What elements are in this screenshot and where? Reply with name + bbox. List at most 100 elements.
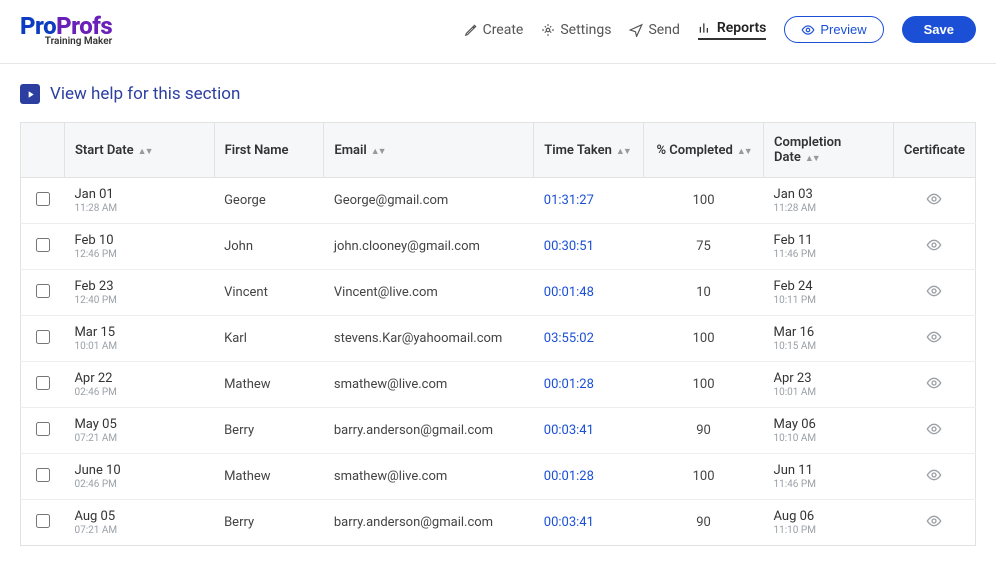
cell-certificate [893, 224, 975, 270]
completion-date: Aug 06 [774, 509, 815, 524]
time-taken-link[interactable]: 03:55:02 [544, 331, 594, 346]
table-row: Jan 0111:28 AMGeorgeGeorge@gmail.com01:3… [21, 178, 976, 224]
header-first-name[interactable]: First Name [214, 123, 324, 178]
cell-email: barry.anderson@gmail.com [324, 408, 534, 454]
app-header: ProProfs Training Maker Create Settings … [0, 0, 996, 64]
help-link[interactable]: View help for this section [0, 64, 996, 122]
cell-time-taken: 01:31:27 [534, 178, 644, 224]
start-date: Feb 10 [74, 233, 113, 248]
time-taken-link[interactable]: 00:01:48 [544, 285, 594, 300]
view-certificate-icon[interactable] [926, 426, 942, 441]
start-date: Feb 23 [74, 279, 113, 294]
save-button[interactable]: Save [902, 16, 976, 43]
cell-first-name: Mathew [214, 362, 324, 408]
cell-start-date: Jan 0111:28 AM [64, 178, 214, 224]
row-checkbox-cell [21, 454, 65, 500]
cell-first-name: Berry [214, 500, 324, 546]
row-checkbox[interactable] [36, 422, 50, 436]
table-row: June 1002:46 PMMathewsmathew@live.com00:… [21, 454, 976, 500]
row-checkbox[interactable] [36, 284, 50, 298]
completion-date: Jun 11 [774, 463, 813, 478]
start-date: May 05 [74, 417, 116, 432]
cell-pct-completed: 90 [644, 500, 764, 546]
nav-send[interactable]: Send [629, 22, 679, 38]
cell-first-name: Mathew [214, 454, 324, 500]
nav-create-label: Create [483, 22, 524, 38]
cell-email: George@gmail.com [324, 178, 534, 224]
completion-date: Jan 03 [774, 187, 813, 202]
reports-table-wrap: Start Date▲▼ First Name Email▲▼ Time Tak… [0, 122, 996, 566]
nav-create[interactable]: Create [464, 22, 524, 38]
start-date: Aug 05 [74, 509, 115, 524]
row-checkbox[interactable] [36, 238, 50, 252]
cell-certificate [893, 178, 975, 224]
row-checkbox[interactable] [36, 468, 50, 482]
time-taken-link[interactable]: 00:03:41 [544, 423, 594, 438]
view-certificate-icon[interactable] [926, 380, 942, 395]
view-certificate-icon[interactable] [926, 472, 942, 487]
preview-label: Preview [820, 22, 866, 37]
sort-icon: ▲▼ [371, 147, 385, 157]
start-date: June 10 [74, 463, 120, 478]
header-start-date[interactable]: Start Date▲▼ [64, 123, 214, 178]
table-header-row: Start Date▲▼ First Name Email▲▼ Time Tak… [21, 123, 976, 178]
logo: ProProfs Training Maker [20, 12, 112, 47]
completion-time: 10:15 AM [774, 341, 884, 352]
cell-first-name: Vincent [214, 270, 324, 316]
header-pct-completed[interactable]: % Completed▲▼ [644, 123, 764, 178]
completion-time: 10:01 AM [774, 387, 884, 398]
header-email[interactable]: Email▲▼ [324, 123, 534, 178]
row-checkbox-cell [21, 500, 65, 546]
row-checkbox-cell [21, 270, 65, 316]
row-checkbox[interactable] [36, 514, 50, 528]
cell-pct-completed: 100 [644, 178, 764, 224]
header-completion-date[interactable]: Completion Date▲▼ [764, 123, 894, 178]
cell-certificate [893, 316, 975, 362]
row-checkbox[interactable] [36, 330, 50, 344]
time-taken-link[interactable]: 00:01:28 [544, 469, 594, 484]
time-taken-link[interactable]: 01:31:27 [544, 193, 594, 208]
cell-time-taken: 00:03:41 [534, 500, 644, 546]
time-taken-link[interactable]: 00:03:41 [544, 515, 594, 530]
logo-subtitle: Training Maker [20, 36, 112, 47]
nav-reports-label: Reports [717, 20, 767, 36]
cell-completion-date: Jan 0311:28 AM [764, 178, 894, 224]
cell-certificate [893, 408, 975, 454]
header-certificate[interactable]: Certificate [893, 123, 975, 178]
view-certificate-icon[interactable] [926, 334, 942, 349]
start-time: 12:40 PM [74, 295, 204, 306]
cell-time-taken: 00:01:28 [534, 362, 644, 408]
start-time: 10:01 AM [74, 341, 204, 352]
start-date: Jan 01 [74, 187, 113, 202]
cell-completion-date: Feb 1111:46 PM [764, 224, 894, 270]
view-certificate-icon[interactable] [926, 288, 942, 303]
row-checkbox-cell [21, 362, 65, 408]
header-checkbox [21, 123, 65, 178]
nav-settings[interactable]: Settings [541, 22, 611, 38]
completion-time: 11:46 PM [774, 249, 884, 260]
row-checkbox[interactable] [36, 376, 50, 390]
nav-reports[interactable]: Reports [698, 20, 767, 40]
send-icon [629, 23, 643, 37]
view-certificate-icon[interactable] [926, 196, 942, 211]
row-checkbox[interactable] [36, 192, 50, 206]
cell-pct-completed: 100 [644, 454, 764, 500]
cell-pct-completed: 100 [644, 362, 764, 408]
table-row: Mar 1510:01 AMKarlstevens.Kar@yahoomail.… [21, 316, 976, 362]
cell-pct-completed: 75 [644, 224, 764, 270]
preview-button[interactable]: Preview [784, 16, 883, 43]
view-certificate-icon[interactable] [926, 518, 942, 533]
time-taken-link[interactable]: 00:01:28 [544, 377, 594, 392]
cell-first-name: George [214, 178, 324, 224]
view-certificate-icon[interactable] [926, 242, 942, 257]
start-time: 11:28 AM [74, 203, 204, 214]
start-time: 12:46 PM [74, 249, 204, 260]
time-taken-link[interactable]: 00:30:51 [544, 239, 594, 254]
row-checkbox-cell [21, 408, 65, 454]
eye-icon [801, 23, 815, 37]
nav-send-label: Send [648, 22, 679, 38]
header-time-taken[interactable]: Time Taken▲▼ [534, 123, 644, 178]
start-time: 07:21 AM [74, 433, 204, 444]
start-date: Apr 22 [74, 371, 112, 386]
sort-icon: ▲▼ [737, 147, 751, 157]
